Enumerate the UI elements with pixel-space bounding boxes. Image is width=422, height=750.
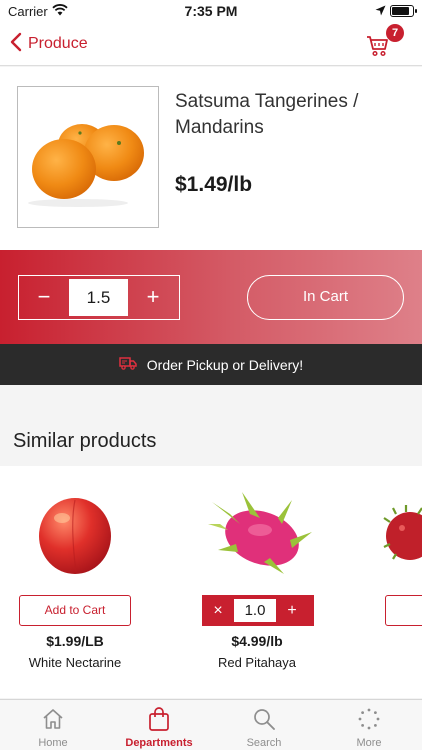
product-header: Satsuma Tangerines / Mandarins $1.49/lb	[0, 67, 422, 250]
tab-departments[interactable]: Departments	[106, 706, 212, 750]
add-to-cart-button[interactable]: Add to Cart	[19, 595, 131, 626]
back-label: Produce	[28, 35, 88, 52]
quantity-stepper: − 1.5 +	[18, 275, 180, 320]
pitahaya-image	[200, 474, 350, 594]
tab-label: Home	[38, 737, 68, 749]
similar-products-carousel[interactable]: Add to Cart $1.99/LB White Nectarine × 1…	[0, 466, 422, 698]
card-price: $	[366, 633, 422, 649]
banner-text: Order Pickup or Delivery!	[146, 356, 304, 373]
tab-home[interactable]: Home	[0, 706, 106, 750]
product-card[interactable]: × 1.0 + $4.99/lb Red Pitahaya	[200, 466, 350, 698]
quantity-field[interactable]: 1.0	[234, 599, 276, 622]
status-time: 7:35 PM	[184, 3, 238, 19]
chevron-left-icon	[10, 32, 28, 57]
tab-search[interactable]: Search	[211, 706, 317, 750]
delivery-truck-icon	[119, 356, 147, 373]
cart-count-badge: 7	[386, 24, 404, 42]
cart-button[interactable]: 7	[366, 24, 404, 58]
in-cart-button[interactable]: In Cart	[247, 275, 404, 320]
nav-bar: Produce 7	[0, 22, 422, 66]
card-price: $1.99/LB	[46, 633, 104, 649]
search-icon	[211, 706, 317, 732]
bag-icon	[106, 706, 212, 732]
product-name: Satsuma Tangerines / Mandarins	[175, 91, 359, 138]
pickup-delivery-banner[interactable]: Order Pickup or Delivery!	[0, 344, 422, 385]
back-button[interactable]: Produce	[10, 30, 88, 58]
rambutan-image	[366, 474, 422, 594]
home-icon	[0, 706, 106, 732]
tab-label: Search	[246, 737, 282, 749]
decrease-button[interactable]: −	[19, 275, 69, 320]
location-arrow-icon	[375, 4, 386, 19]
more-icon	[316, 706, 422, 732]
card-name: Ra	[366, 655, 422, 670]
card-name: Red Pitahaya	[217, 655, 297, 670]
quantity-bar: − 1.5 + In Cart	[0, 250, 422, 344]
battery-icon	[390, 5, 417, 17]
product-card[interactable]: Add to Cart $1.99/LB White Nectarine	[0, 466, 150, 698]
section-title: Similar products	[13, 430, 157, 452]
quantity-stepper: × 1.0 +	[202, 595, 314, 626]
nectarine-image	[0, 474, 150, 594]
add-to-cart-button[interactable]: Ad	[385, 595, 422, 626]
screen: Carrier 7:35 PM Produce 7 Satsuma Tanger…	[0, 0, 422, 750]
card-name: White Nectarine	[28, 655, 122, 670]
increase-button[interactable]: +	[276, 602, 308, 620]
tab-bar: Home Departments Search More	[0, 699, 422, 750]
card-price: $4.99/lb	[231, 633, 283, 649]
product-price: $1.49/lb	[175, 173, 253, 196]
tab-more[interactable]: More	[316, 706, 422, 750]
increase-button[interactable]: +	[128, 275, 178, 320]
quantity-field[interactable]: 1.5	[69, 279, 128, 316]
tab-label: More	[356, 737, 382, 749]
product-image	[17, 86, 159, 228]
remove-button[interactable]: ×	[202, 602, 234, 620]
status-bar: Carrier 7:35 PM	[0, 0, 422, 22]
tab-label: Departments	[125, 737, 193, 749]
product-card[interactable]: Ad $ Ra	[366, 466, 422, 698]
